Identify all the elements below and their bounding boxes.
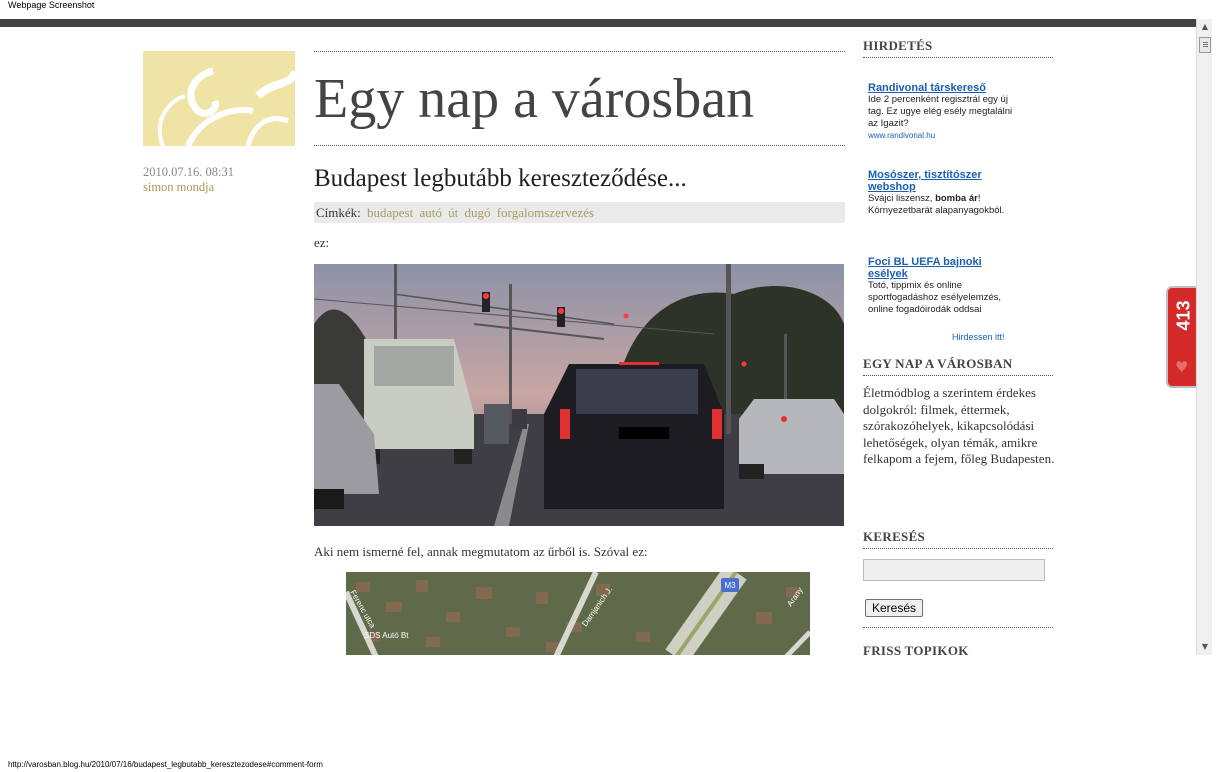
blog-logo[interactable]	[143, 51, 295, 146]
post-title[interactable]: Budapest legbutább kereszteződése...	[314, 165, 687, 193]
search-button[interactable]: Keresés	[865, 599, 924, 617]
tags-label: Címkék:	[316, 205, 361, 220]
post-intro-text: ez:	[314, 235, 330, 250]
post-date: 2010.07.16. 08:31	[143, 165, 234, 179]
scroll-up-arrow-icon[interactable]: ▲	[1197, 19, 1213, 35]
scroll-down-arrow-icon[interactable]: ▼	[1197, 639, 1213, 655]
post-paragraph: Aki nem ismerné fel, annak megmutatom az…	[314, 544, 648, 559]
site-title[interactable]: Egy nap a városban	[314, 67, 754, 131]
ad-item: Randivonal társkereső Ide 2 percenként r…	[868, 82, 1013, 142]
tag-link[interactable]: út	[448, 205, 458, 220]
tag-link[interactable]: budapest	[367, 205, 413, 220]
post-author-link[interactable]: simon mondja	[143, 180, 234, 195]
sidebar-divider	[863, 627, 1053, 628]
satellite-map: M3 Ferenc utca SDS Autó Bt Damjanich J. …	[343, 564, 812, 655]
recent-topics-heading: FRISS TOPIKOK	[863, 643, 969, 655]
tag-link[interactable]: forgalomszervezés	[497, 205, 594, 220]
sidebar-divider	[863, 548, 1053, 549]
sidebar-divider	[863, 57, 1053, 58]
about-heading: EGY NAP A VÁROSBAN	[863, 356, 1013, 371]
ad-title-link[interactable]: Randivonal társkereső	[868, 82, 1013, 94]
ad-text-bold: bomba ár	[935, 193, 978, 204]
ad-text: Totó, tippmix és online sportfogadáshoz …	[868, 280, 1002, 315]
map-road-label: M3	[724, 581, 736, 590]
header-divider-top	[314, 51, 845, 52]
ad-title-link[interactable]: Mosószer, tisztítószer webshop	[868, 169, 1013, 193]
share-count: 413	[1173, 300, 1194, 331]
vertical-scrollbar[interactable]: ▲ ▼	[1196, 19, 1212, 655]
tags-bar: Címkék: budapest autó út dugó forgalomsz…	[314, 202, 845, 223]
status-bar-url: http://varosban.blog.hu/2010/07/16/budap…	[8, 760, 323, 769]
post-meta: 2010.07.16. 08:31 simon mondja	[143, 165, 234, 195]
share-counter-widget[interactable]: 413 ♥	[1166, 286, 1198, 388]
ads-heading: HIRDETÉS	[863, 38, 933, 53]
scrollbar-thumb[interactable]	[1199, 37, 1211, 53]
ad-text: Ide 2 percenként regisztrál egy új tag. …	[868, 94, 1013, 129]
ad-url-link[interactable]: www.randivonal.hu	[868, 130, 1013, 142]
search-input[interactable]	[863, 559, 1045, 581]
top-border-bar	[0, 19, 1196, 27]
map-business-label: SDS Autó Bt	[364, 631, 409, 640]
window-caption: Webpage Screenshot	[8, 0, 95, 10]
page-viewport: 2010.07.16. 08:31 simon mondja Egy nap a…	[0, 27, 1196, 655]
ad-item: Mosószer, tisztítószer webshop Svájci li…	[868, 169, 1013, 217]
header-divider-bottom	[314, 145, 845, 146]
heart-icon: ♥	[1175, 358, 1189, 376]
search-heading: KERESÉS	[863, 529, 926, 544]
about-text: Életmódblog a szerintem érdekes dolgokró…	[863, 385, 1055, 466]
advertise-link[interactable]: Hirdessen itt!	[952, 332, 1005, 342]
tag-link[interactable]: autó	[420, 205, 442, 220]
ad-text: Svájci liszensz,	[868, 193, 936, 204]
ad-item: Foci BL UEFA bajnoki esélyek Totó, tippm…	[868, 256, 1013, 316]
traffic-photo	[313, 264, 844, 526]
ad-title-link[interactable]: Foci BL UEFA bajnoki esélyek	[868, 256, 1013, 280]
sidebar-divider	[863, 375, 1053, 376]
tag-link[interactable]: dugó	[465, 205, 491, 220]
